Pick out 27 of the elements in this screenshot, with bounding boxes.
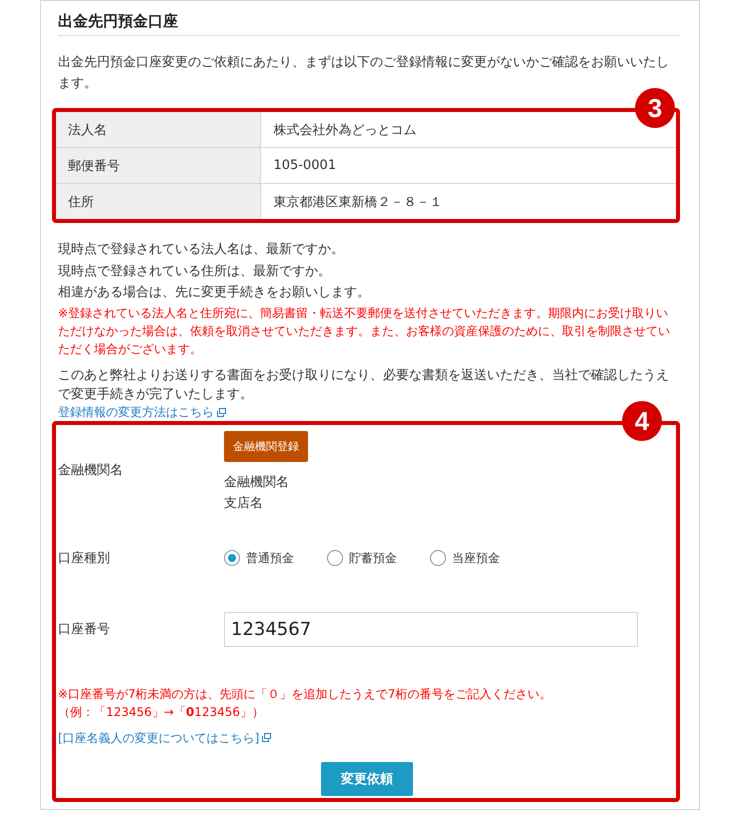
new-window-icon xyxy=(262,733,272,742)
row-label: 法人名 xyxy=(56,112,260,148)
question-text: 相違がある場合は、先に変更手続きをお願いします。 xyxy=(58,284,371,302)
account-type-option[interactable]: 当座預金 xyxy=(430,546,533,570)
question-text: 現時点で登録されている住所は、最新ですか。 xyxy=(58,262,332,280)
table-cell: 東京都港区東新橋２－８－１ xyxy=(260,184,676,219)
bank-register-button[interactable]: 金融機関登録 xyxy=(224,430,308,462)
notice-text: ※口座番号が7桁未満の方は、先頭に「０」を追加したうえで7桁の番号をご記入ください。 xyxy=(58,686,552,702)
account-holder-link[interactable]: [口座名義人の変更についてはこちら] xyxy=(58,728,272,746)
account-type-option[interactable]: 普通預金 xyxy=(224,546,327,570)
notice-text: ※登録されている法人名と住所宛に、簡易書留・転送不要郵便を送付させていただきます。期限内にお受け取りいただけなかった場合は、依頼を取消させていただきます。また、お客様の資産保護のために、取引を制限させていただく場合がございます。 xyxy=(58,304,671,358)
notice-text: （例：「123456」→「0123456」） xyxy=(58,704,266,720)
step-badge: 4 xyxy=(622,400,662,440)
section-title: 出金先円預金口座 xyxy=(58,11,178,32)
question-text: 現時点で登録されている法人名は、最新ですか。 xyxy=(58,241,345,259)
account-type-option[interactable]: 貯蓄預金 xyxy=(327,546,430,570)
row-label: 郵便番号 xyxy=(56,148,260,184)
field-label: 口座種別 xyxy=(58,550,111,566)
branch-name-text: 支店名 xyxy=(224,494,263,512)
new-window-icon xyxy=(217,408,226,416)
change-method-link[interactable]: 登録情報の変更方法はこちら xyxy=(58,404,226,420)
bank-name-text: 金融機関名 xyxy=(224,474,289,492)
account-number-field[interactable]: 1234567 xyxy=(224,612,638,646)
field-label: 口座番号 xyxy=(58,621,111,638)
field-label: 金融機関名 xyxy=(58,462,124,479)
procedure-text: このあと弊社よりお送りする書面をお受け取りになり、必要な書類を返送いただき、当社で確認したうえで変更手続きが完了いたします。 xyxy=(58,366,670,404)
row-label: 住所 xyxy=(56,184,260,219)
